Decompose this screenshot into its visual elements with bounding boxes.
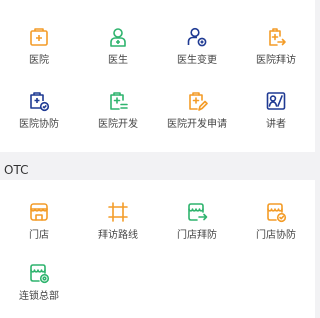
visit-route-icon — [107, 201, 129, 223]
menu-item-store-visit[interactable]: 门店拜防 — [158, 199, 236, 249]
menu-item-store[interactable]: 门店 — [0, 199, 78, 249]
menu-item-label: 拜访路线 — [98, 230, 138, 241]
hospital-develop-icon — [107, 90, 129, 112]
menu-item-label: 医生变更 — [177, 55, 217, 66]
store-visit-icon — [186, 201, 208, 223]
menu-item-label: 医院 — [29, 55, 49, 66]
menu-item-hospital-develop-apply[interactable]: 医院开发申请 — [158, 88, 236, 138]
menu-item-hospital-assist[interactable]: 医院协防 — [0, 88, 78, 138]
menu-item-visit-route[interactable]: 拜访路线 — [79, 199, 157, 249]
menu-item-label: 连锁总部 — [19, 291, 59, 302]
doctor-icon — [107, 26, 129, 48]
hospital-menu-card: 医院 医生 医生变更 医院拜访 医院协防 医院开发 医院开发申请 讲者 — [0, 0, 315, 152]
menu-item-hospital[interactable]: 医院 — [0, 24, 78, 74]
menu-item-label: 门店协防 — [256, 230, 296, 241]
menu-item-label: 医院拜访 — [256, 55, 296, 66]
hospital-assist-icon — [28, 90, 50, 112]
menu-item-doctor[interactable]: 医生 — [79, 24, 157, 74]
menu-item-label: 讲者 — [266, 119, 286, 130]
menu-item-chain-hq[interactable]: 连锁总部 — [0, 260, 78, 310]
store-assist-icon — [265, 201, 287, 223]
otc-section-title: OTC — [4, 163, 29, 177]
hospital-icon — [28, 26, 50, 48]
menu-item-label: 医院协防 — [19, 119, 59, 130]
menu-item-hospital-develop[interactable]: 医院开发 — [79, 88, 157, 138]
store-icon — [28, 201, 50, 223]
speaker-icon — [265, 90, 287, 112]
develop-apply-icon — [186, 90, 208, 112]
menu-item-label: 医院开发申请 — [167, 119, 227, 130]
menu-item-label: 门店 — [29, 230, 49, 241]
doctor-change-icon — [186, 26, 208, 48]
menu-item-doctor-change[interactable]: 医生变更 — [158, 24, 236, 74]
menu-item-label: 门店拜防 — [177, 230, 217, 241]
hospital-visit-icon — [265, 26, 287, 48]
menu-item-hospital-visit[interactable]: 医院拜访 — [237, 24, 315, 74]
menu-item-label: 医生 — [108, 55, 128, 66]
screen: 医院 医生 医生变更 医院拜访 医院协防 医院开发 医院开发申请 讲者 OTC … — [0, 0, 315, 318]
menu-item-store-assist[interactable]: 门店协防 — [237, 199, 315, 249]
chain-hq-icon — [28, 262, 50, 284]
menu-item-label: 医院开发 — [98, 119, 138, 130]
otc-menu-card: 门店 拜访路线 门店拜防 门店协防 连锁总部 — [0, 180, 315, 318]
menu-item-speaker[interactable]: 讲者 — [237, 88, 315, 138]
